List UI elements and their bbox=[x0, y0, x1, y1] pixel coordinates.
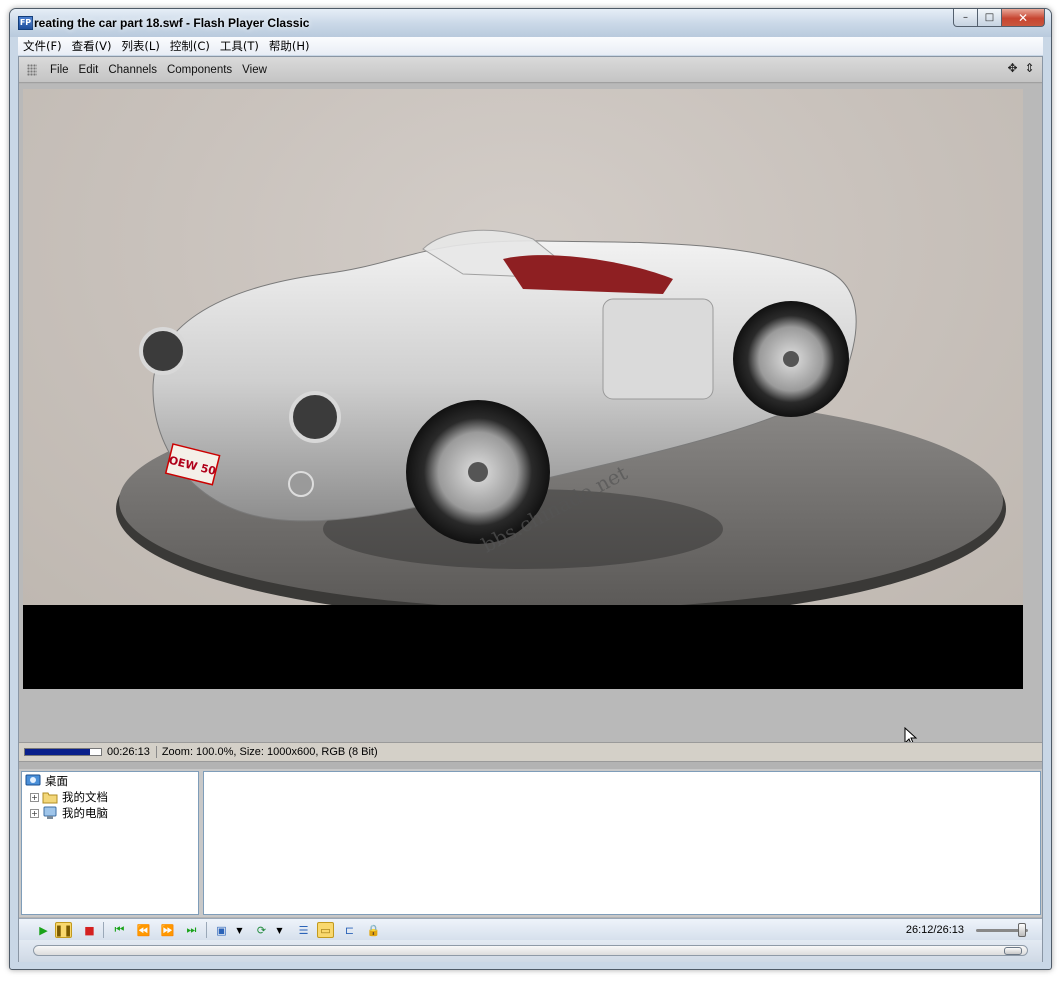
volume-slider-thumb[interactable] bbox=[1018, 923, 1026, 937]
menu-view[interactable]: 查看(V) bbox=[67, 38, 117, 54]
browser-panel: 桌面 + 我的文档 + 我的电脑 bbox=[19, 769, 1042, 917]
swf-menu-channels[interactable]: Channels bbox=[103, 64, 162, 76]
flash-player-app-icon[interactable]: FP bbox=[18, 16, 33, 30]
playback-controls: ▶ ❚❚ ■ ⏮ ⏪ ⏩ ⏭ ▣ ▼ ⟳ ▼ ☰ ▭ ⊏ 🔒 26:12/26:… bbox=[19, 918, 1042, 940]
folder-tree[interactable]: 桌面 + 我的文档 + 我的电脑 bbox=[21, 771, 199, 915]
open-folder-icon[interactable]: ⊏ bbox=[341, 922, 358, 938]
desktop-icon bbox=[25, 774, 41, 786]
seek-thumb[interactable] bbox=[1004, 947, 1022, 955]
tree-item-desktop[interactable]: 桌面 bbox=[25, 773, 68, 789]
tree-item-computer[interactable]: + 我的电脑 bbox=[30, 805, 108, 821]
swf-stage[interactable]: OEW 50 bbs.chinade.net bbox=[23, 89, 1023, 605]
toolbar-right-icons: ✥ ⇕ bbox=[1006, 62, 1036, 75]
status-info: Zoom: 100.0%, Size: 1000x600, RGB (8 Bit… bbox=[161, 746, 378, 758]
menu-list[interactable]: 列表(L) bbox=[116, 38, 164, 54]
tree-label-computer: 我的电脑 bbox=[62, 806, 108, 820]
toolbar-separator bbox=[103, 922, 104, 938]
swf-menu-view[interactable]: View bbox=[237, 64, 272, 76]
computer-icon bbox=[43, 806, 57, 819]
window-title: reating the car part 18.swf - Flash Play… bbox=[34, 16, 310, 30]
toolbar-grip-icon[interactable] bbox=[27, 63, 37, 76]
title-bar[interactable]: FP reating the car part 18.swf - Flash P… bbox=[10, 9, 1051, 37]
swf-menu-edit[interactable]: Edit bbox=[74, 64, 104, 76]
tree-label-desktop: 桌面 bbox=[45, 774, 68, 788]
file-list-pane[interactable] bbox=[203, 771, 1041, 915]
rewind-icon[interactable]: ⏪ bbox=[135, 922, 152, 938]
swf-menubar: File Edit Channels Components View ✥ ⇕ bbox=[19, 57, 1042, 83]
seek-area bbox=[19, 940, 1042, 962]
main-menubar: 文件(F) 查看(V) 列表(L) 控制(C) 工具(T) 帮助(H) bbox=[18, 37, 1043, 55]
menu-control[interactable]: 控制(C) bbox=[165, 38, 215, 54]
minimize-button[interactable]: – bbox=[953, 9, 978, 27]
lock-icon[interactable]: 🔒 bbox=[365, 922, 382, 938]
pause-icon[interactable]: ❚❚ bbox=[54, 922, 73, 938]
car-render-image: OEW 50 bbs.chinade.net bbox=[116, 229, 1006, 605]
load-progress-bar bbox=[24, 748, 102, 756]
folder-icon[interactable]: ▭ bbox=[317, 922, 334, 938]
playlist-icon[interactable]: ☰ bbox=[295, 922, 312, 938]
move-icon[interactable]: ✥ bbox=[1006, 62, 1019, 75]
folder-icon bbox=[42, 792, 58, 804]
status-time: 00:26:13 bbox=[107, 746, 157, 758]
menu-help[interactable]: 帮助(H) bbox=[264, 38, 315, 54]
close-button[interactable]: ✕ bbox=[1001, 9, 1045, 27]
app-window: FP reating the car part 18.swf - Flash P… bbox=[9, 8, 1052, 970]
letterbox-bar bbox=[23, 605, 1023, 689]
menu-file[interactable]: 文件(F) bbox=[18, 38, 67, 54]
skip-start-icon[interactable]: ⏮ bbox=[111, 922, 128, 938]
swf-menu-components[interactable]: Components bbox=[162, 64, 237, 76]
toolbar-separator bbox=[206, 922, 207, 938]
expand-icon[interactable]: + bbox=[30, 792, 39, 802]
repeat-icon[interactable]: ⟳ bbox=[253, 922, 270, 938]
caption-buttons: – □ ✕ bbox=[953, 9, 1045, 28]
seek-bar[interactable] bbox=[33, 945, 1028, 956]
skip-end-icon[interactable]: ⏭ bbox=[183, 922, 200, 938]
tree-item-documents[interactable]: + 我的文档 bbox=[30, 789, 108, 805]
time-readout: 26:12/26:13 bbox=[905, 924, 964, 936]
status-bar: 00:26:13 Zoom: 100.0%, Size: 1000x600, R… bbox=[19, 742, 1042, 762]
snapshot-icon[interactable]: ▣ bbox=[213, 922, 230, 938]
load-progress-fill bbox=[25, 749, 90, 755]
play-icon[interactable]: ▶ bbox=[35, 922, 52, 938]
chevron-down-icon[interactable]: ▼ bbox=[231, 922, 248, 938]
expand-icon[interactable]: + bbox=[30, 808, 39, 818]
chevron-down-icon[interactable]: ▼ bbox=[271, 922, 288, 938]
swf-menu-file[interactable]: File bbox=[45, 64, 74, 76]
player-area: File Edit Channels Components View ✥ ⇕ O… bbox=[18, 56, 1043, 962]
menu-tools[interactable]: 工具(T) bbox=[215, 38, 264, 54]
pin-icon[interactable]: ⇕ bbox=[1023, 62, 1036, 75]
tree-label-documents: 我的文档 bbox=[62, 790, 108, 804]
stop-icon[interactable]: ■ bbox=[81, 922, 98, 938]
maximize-button[interactable]: □ bbox=[977, 9, 1002, 27]
fast-forward-icon[interactable]: ⏩ bbox=[159, 922, 176, 938]
